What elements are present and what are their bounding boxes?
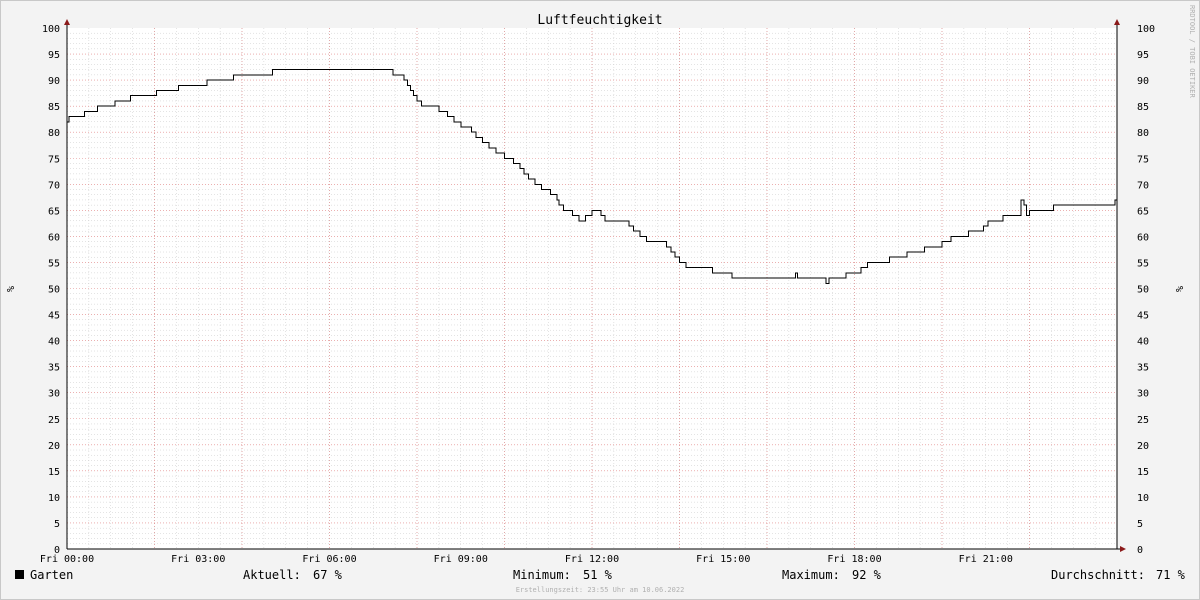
y-tick-label-left: 70 xyxy=(48,180,60,191)
y-axis-arrow-left xyxy=(64,19,70,25)
y-tick-label-left: 55 xyxy=(48,258,60,269)
x-tick-label: Fri 06:00 xyxy=(302,554,356,565)
chart-title: Luftfeuchtigkeit xyxy=(537,13,662,28)
y-tick-label-right: 30 xyxy=(1137,389,1149,400)
y-tick-label-right: 5 xyxy=(1137,519,1143,530)
current-label: Aktuell: xyxy=(243,568,301,582)
y-tick-label-right: 100 xyxy=(1137,24,1155,35)
minimum-value: 51 % xyxy=(583,568,613,582)
y-tick-label-left: 65 xyxy=(48,206,60,217)
y-tick-label-right: 60 xyxy=(1137,232,1149,243)
average-value: 71 % xyxy=(1156,568,1186,582)
y-tick-label-left: 60 xyxy=(48,232,60,243)
chart-svg: Luftfeuchtigkeit RRDTOOL / TOBI OETIKER … xyxy=(4,5,1196,594)
credit-text: RRDTOOL / TOBI OETIKER xyxy=(1188,5,1196,99)
current-value: 67 % xyxy=(313,568,343,582)
y-tick-label-right: 40 xyxy=(1137,337,1149,348)
y-tick-label-left: 5 xyxy=(54,519,60,530)
y-tick-label-left: 90 xyxy=(48,76,60,87)
y-tick-label-right: 20 xyxy=(1137,441,1149,452)
y-tick-label-right: 0 xyxy=(1137,545,1143,556)
y-tick-label-right: 80 xyxy=(1137,128,1149,139)
y-tick-label-right: 10 xyxy=(1137,493,1149,504)
y-axis-label-right: % xyxy=(1173,286,1184,292)
y-tick-label-left: 30 xyxy=(48,389,60,400)
y-tick-label-left: 85 xyxy=(48,102,60,113)
minimum-label: Minimum: xyxy=(513,568,571,582)
y-tick-label-left: 40 xyxy=(48,337,60,348)
x-tick-label: Fri 21:00 xyxy=(959,554,1013,565)
x-tick-label: Fri 12:00 xyxy=(565,554,619,565)
x-tick-label: Fri 00:00 xyxy=(40,554,94,565)
y-tick-label-right: 75 xyxy=(1137,154,1149,165)
legend-series-name: Garten xyxy=(30,568,73,582)
y-tick-label-left: 20 xyxy=(48,441,60,452)
x-tick-label: Fri 09:00 xyxy=(434,554,488,565)
y-tick-label-left: 75 xyxy=(48,154,60,165)
x-tick-label: Fri 18:00 xyxy=(827,554,881,565)
x-axis-arrow xyxy=(1120,546,1126,552)
y-tick-label-left: 10 xyxy=(48,493,60,504)
y-tick-label-right: 85 xyxy=(1137,102,1149,113)
y-tick-label-right: 90 xyxy=(1137,76,1149,87)
y-axis-label-left: % xyxy=(4,286,15,292)
y-tick-label-right: 55 xyxy=(1137,258,1149,269)
y-tick-label-right: 15 xyxy=(1137,467,1149,478)
y-axis-arrow-right xyxy=(1114,19,1120,25)
legend-swatch xyxy=(15,570,24,579)
y-tick-label-left: 100 xyxy=(42,24,60,35)
y-tick-label-left: 25 xyxy=(48,415,60,426)
y-tick-label-right: 25 xyxy=(1137,415,1149,426)
maximum-label: Maximum: xyxy=(782,568,840,582)
y-tick-label-left: 50 xyxy=(48,285,60,296)
average-label: Durchschnitt: xyxy=(1051,568,1145,582)
y-tick-label-right: 65 xyxy=(1137,206,1149,217)
maximum-value: 92 % xyxy=(852,568,882,582)
y-tick-label-right: 70 xyxy=(1137,180,1149,191)
y-tick-label-left: 45 xyxy=(48,311,60,322)
y-tick-label-left: 35 xyxy=(48,363,60,374)
y-tick-label-right: 35 xyxy=(1137,363,1149,374)
y-tick-label-left: 95 xyxy=(48,50,60,61)
x-tick-label: Fri 03:00 xyxy=(171,554,225,565)
x-tick-label: Fri 15:00 xyxy=(696,554,750,565)
y-tick-label-right: 95 xyxy=(1137,50,1149,61)
y-tick-label-left: 80 xyxy=(48,128,60,139)
y-tick-label-left: 15 xyxy=(48,467,60,478)
timestamp-text: Erstellungszeit: 23:55 Uhr am 10.06.2022 xyxy=(516,586,685,594)
y-tick-label-right: 50 xyxy=(1137,285,1149,296)
y-tick-label-right: 45 xyxy=(1137,311,1149,322)
